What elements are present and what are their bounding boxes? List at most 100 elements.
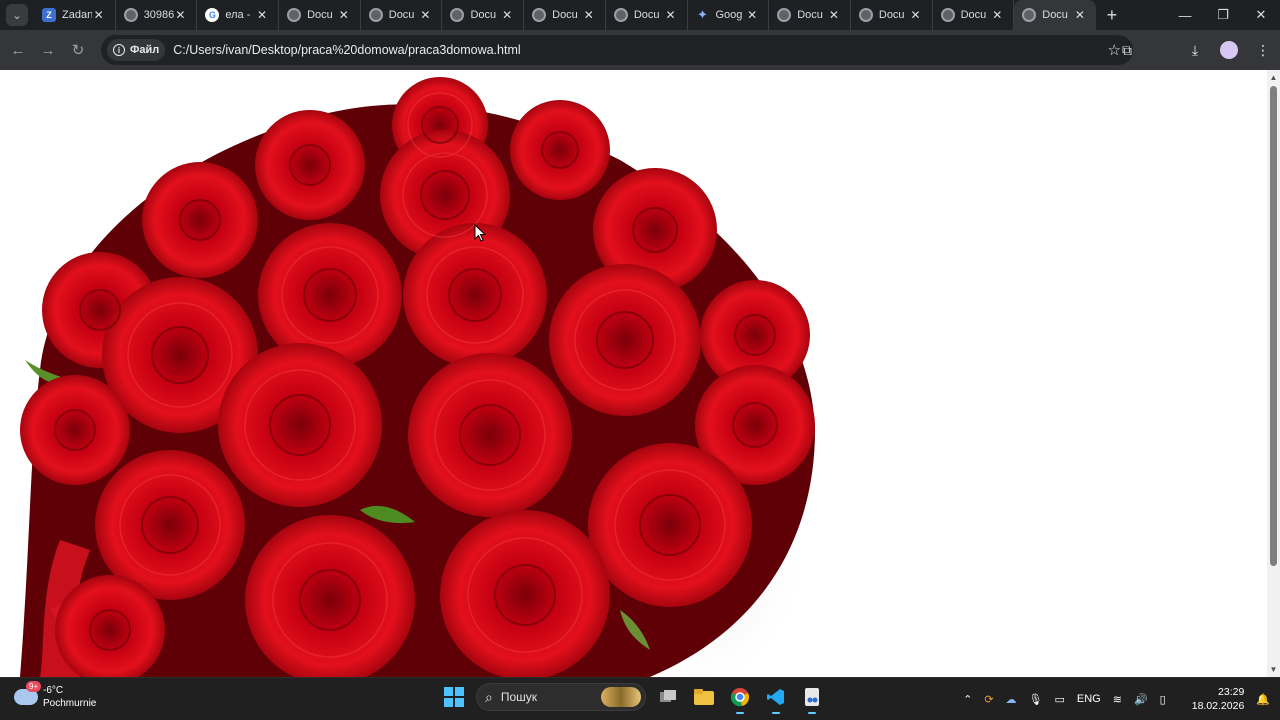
search-icon: ⌕ [485, 688, 493, 705]
tab-search-button[interactable]: ⌄ [6, 4, 28, 26]
close-tab-icon[interactable]: ✕ [989, 7, 1005, 23]
browser-tab[interactable]: Docu ✕ [1014, 0, 1096, 30]
scroll-up-icon[interactable]: ▲ [1269, 73, 1278, 83]
weather-widget[interactable]: 9+ -6°C Pochmurnie [14, 681, 97, 710]
browser-tab[interactable]: 30986 ✕ [116, 0, 198, 30]
globe-icon [123, 8, 138, 22]
start-button[interactable] [440, 683, 468, 711]
microphone-icon[interactable]: 🎙 [1029, 693, 1043, 706]
sync-icon[interactable]: ⟳ [984, 693, 993, 706]
profile-avatar[interactable] [1220, 41, 1238, 59]
notification-bell-icon[interactable]: 🔔 [1256, 693, 1270, 706]
tab-title: Docu [1042, 9, 1068, 21]
globe-icon [1022, 8, 1037, 22]
volume-icon[interactable]: 🔊 [1134, 693, 1148, 706]
weather-description: Pochmurnie [43, 698, 97, 709]
globe-icon [287, 8, 302, 22]
tab-title: Docu [878, 9, 905, 21]
file-explorer-icon[interactable] [690, 683, 718, 711]
battery-icon[interactable]: ▯ [1160, 693, 1166, 706]
page-viewport [0, 70, 1267, 677]
tab-strip: ⌄ ZZadania✕30986✕Gела -✕Docu✕Docu✕Docu✕D… [0, 0, 1280, 30]
weather-badge: 9+ [26, 681, 42, 692]
taskbar-search[interactable]: ⌕ Пошук [476, 683, 646, 711]
globe-icon [777, 8, 792, 22]
browser-tab[interactable]: Docu ✕ [279, 0, 361, 30]
address-bar[interactable]: i Файл C:/Users/ivan/Desktop/praca%20dom… [101, 35, 1133, 65]
language-indicator[interactable]: ENG [1077, 693, 1101, 705]
chrome-icon[interactable] [726, 683, 754, 714]
clock-time: 23:29 [1218, 686, 1245, 698]
page-scrollbar[interactable]: ▲ ▼ [1267, 70, 1280, 677]
wifi-icon[interactable]: ≋ [1113, 693, 1122, 706]
tab-title: ела - [225, 9, 251, 21]
windows-logo-icon [444, 687, 464, 707]
weather-temperature: -6°C [43, 685, 64, 696]
close-tab-icon[interactable]: ✕ [254, 7, 270, 23]
close-tab-icon[interactable]: ✕ [1072, 7, 1088, 23]
chevron-up-icon[interactable]: ⌃ [963, 693, 972, 706]
vscode-icon[interactable] [762, 683, 790, 714]
back-icon[interactable]: ← [3, 35, 33, 65]
url-text[interactable]: C:/Users/ivan/Desktop/praca%20domowa/pra… [173, 43, 520, 57]
close-tab-icon[interactable]: ✕ [172, 7, 188, 23]
gemini-icon: ✦ [697, 7, 708, 22]
search-placeholder: Пошук [500, 690, 538, 704]
info-icon: i [113, 44, 125, 56]
extensions-icon[interactable]: ⧉ [1110, 35, 1144, 65]
mouse-cursor-icon [474, 224, 486, 242]
browser-tab[interactable]: Docu ✕ [606, 0, 688, 30]
file-chip-label: Файл [130, 44, 160, 56]
tab-title: Goog [715, 9, 743, 21]
scroll-down-icon[interactable]: ▼ [1269, 665, 1278, 675]
scrollbar-thumb[interactable] [1270, 86, 1277, 566]
close-tab-icon[interactable]: ✕ [908, 7, 924, 23]
browser-tab[interactable]: Docu ✕ [851, 0, 933, 30]
taskbar-apps: ⌕ Пошук [440, 683, 826, 714]
globe-icon [450, 8, 465, 22]
reload-icon[interactable]: ↻ [63, 35, 93, 65]
window-controls: — ❐ ✕ [1166, 0, 1280, 30]
snipping-tool-icon[interactable] [798, 683, 826, 714]
browser-tab[interactable]: Docu ✕ [933, 0, 1015, 30]
task-view-icon[interactable] [654, 683, 682, 711]
browser-tab[interactable]: Docu ✕ [769, 0, 851, 30]
tab-title: Zadania [62, 9, 92, 21]
onedrive-icon[interactable]: ☁ [1006, 693, 1017, 706]
tab-title: Docu [470, 9, 497, 21]
browser-tab[interactable]: Gела - ✕ [197, 0, 280, 30]
tab-title: Docu [633, 9, 660, 21]
globe-icon [368, 8, 383, 22]
close-window-icon[interactable]: ✕ [1242, 0, 1280, 30]
new-tab-button[interactable]: + [1100, 3, 1124, 27]
clock-date: 18.02.2026 [1191, 700, 1245, 712]
roses-bouquet-image [20, 77, 815, 677]
tab-title: Docu [797, 9, 823, 21]
browser-tab[interactable]: Docu ✕ [361, 0, 443, 30]
site-info-chip[interactable]: i Файл [107, 39, 166, 61]
browser-tab[interactable]: Docu ✕ [442, 0, 525, 30]
close-tab-icon[interactable]: ✕ [744, 7, 760, 23]
close-tab-icon[interactable]: ✕ [91, 7, 107, 23]
restore-icon[interactable]: ❐ [1204, 0, 1242, 30]
clock[interactable]: 23:29 18.02.2026 [1180, 685, 1245, 713]
tab-title: Docu [388, 9, 415, 21]
close-tab-icon[interactable]: ✕ [336, 7, 352, 23]
close-tab-icon[interactable]: ✕ [826, 7, 842, 23]
browser-tab[interactable]: Z Zadania✕ [34, 0, 116, 30]
close-tab-icon[interactable]: ✕ [663, 7, 679, 23]
close-tab-icon[interactable]: ✕ [499, 7, 515, 23]
forward-icon[interactable]: → [33, 35, 63, 65]
close-tab-icon[interactable]: ✕ [581, 7, 597, 23]
cloud-icon: 9+ [14, 681, 42, 705]
toolbar-actions: ⧉ ⤓ ⋮ [1110, 35, 1280, 65]
windows-taskbar: 9+ -6°C Pochmurnie ⌕ Пошук ⌃ ⟳ ☁ 🎙 ▭ ENG… [0, 677, 1280, 720]
download-icon[interactable]: ⤓ [1178, 35, 1212, 65]
browser-tab[interactable]: Docu ✕ [524, 0, 606, 30]
menu-icon[interactable]: ⋮ [1246, 35, 1280, 65]
browser-tab[interactable]: ✦ Goog ✕ [688, 0, 770, 30]
globe-icon [858, 8, 873, 22]
minimize-icon[interactable]: — [1166, 0, 1204, 30]
close-tab-icon[interactable]: ✕ [417, 7, 433, 23]
keyboard-icon[interactable]: ▭ [1055, 693, 1065, 706]
